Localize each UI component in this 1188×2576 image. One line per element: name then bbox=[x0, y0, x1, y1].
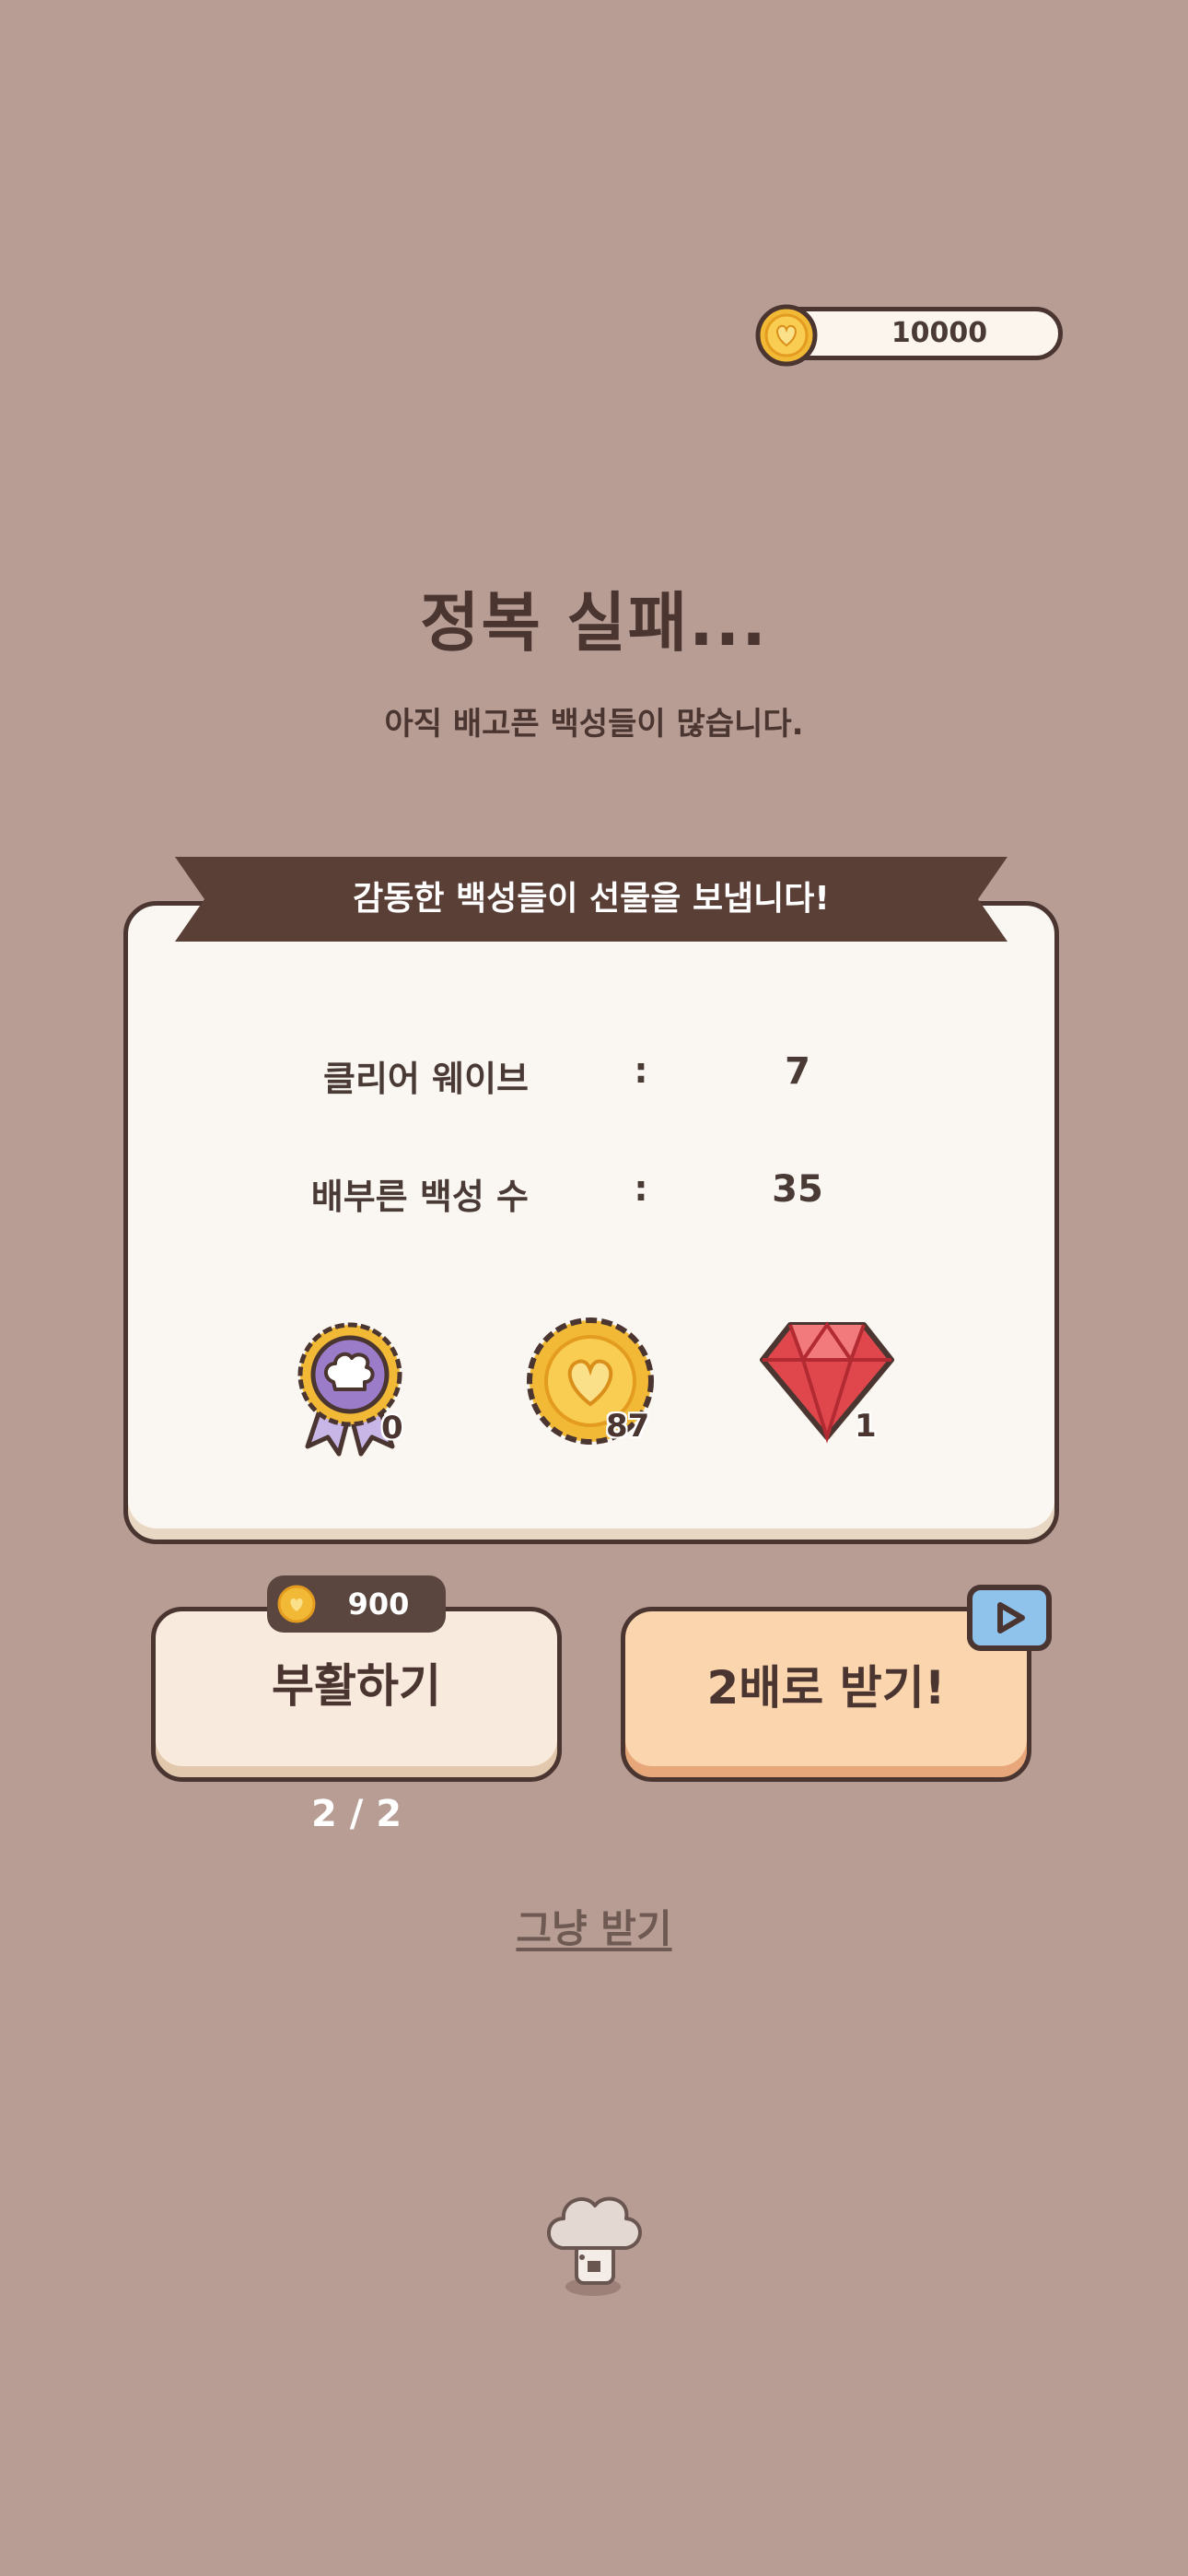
just-receive-link-text[interactable]: 그냥 받기 bbox=[516, 1906, 671, 1951]
ribbon-banner-text: 감동한 백성들이 선물을 보냅니다! bbox=[353, 880, 830, 918]
reward-count-coin: 87 bbox=[606, 1408, 650, 1445]
double-reward-button-label[interactable]: 2배로 받기! bbox=[621, 1651, 1031, 1717]
reward-count-badge: 0 bbox=[381, 1410, 403, 1446]
video-ad-icon bbox=[967, 1585, 1052, 1651]
reward-count-gem: 1 bbox=[855, 1408, 877, 1445]
stat-value-clear-wave: 7 bbox=[785, 1050, 810, 1093]
coin-balance-value: 10000 bbox=[891, 317, 988, 349]
stat-label-fed-citizens: 배부른 백성 수 bbox=[310, 1177, 529, 1217]
revive-button-label[interactable]: 부활하기 bbox=[151, 1649, 562, 1715]
page-subtitle: 아직 배고픈 백성들이 많습니다. bbox=[384, 706, 804, 743]
stat-colon: : bbox=[634, 1050, 648, 1091]
heart-coin-icon bbox=[755, 304, 818, 367]
chef-mascot-icon bbox=[547, 2196, 642, 2296]
revive-remaining-count: 2 / 2 bbox=[310, 1793, 402, 1835]
page-title: 정복 실패... bbox=[420, 585, 768, 661]
heart-coin-icon bbox=[277, 1585, 316, 1623]
revive-cost-value: 900 bbox=[347, 1587, 410, 1622]
stat-label-clear-wave: 클리어 웨이브 bbox=[323, 1059, 529, 1099]
stat-value-fed-citizens: 35 bbox=[772, 1168, 823, 1211]
just-receive-link[interactable]: 그냥 받기 bbox=[0, 1898, 1188, 1954]
stat-colon: : bbox=[634, 1168, 648, 1209]
